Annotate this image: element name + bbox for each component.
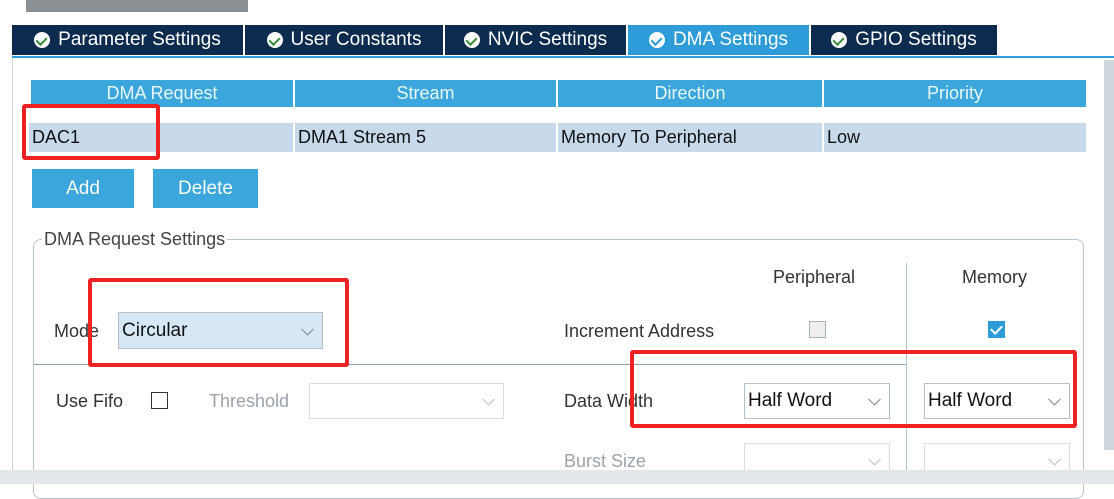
- increment-address-label: Increment Address: [564, 321, 715, 341]
- group-legend: DMA Request Settings: [42, 229, 228, 250]
- tab-label: GPIO Settings: [855, 29, 977, 50]
- highlight-mode: [88, 278, 349, 367]
- threshold-select[interactable]: [309, 383, 504, 419]
- increment-peripheral-checkbox[interactable]: [809, 321, 826, 338]
- cell-direction: Memory To Peripheral: [558, 123, 822, 152]
- col-header-stream[interactable]: Stream: [295, 80, 556, 107]
- check-circle-icon: [648, 32, 665, 48]
- tab-user-constants[interactable]: User Constants: [245, 25, 443, 55]
- tab-bar: Parameter Settings User Constants NVIC S…: [12, 25, 997, 55]
- check-circle-icon: [34, 32, 51, 48]
- tab-nvic-settings[interactable]: NVIC Settings: [445, 25, 626, 55]
- delete-button[interactable]: Delete: [153, 169, 258, 208]
- use-fifo-checkbox[interactable]: [151, 392, 168, 409]
- check-circle-icon: [463, 32, 480, 48]
- chevron-down-icon: [482, 392, 495, 406]
- col-header-direction[interactable]: Direction: [558, 80, 822, 107]
- highlight-data-width: [630, 350, 1077, 428]
- tab-dma-settings[interactable]: DMA Settings: [628, 25, 809, 55]
- panel-left-border: [12, 58, 13, 478]
- add-button[interactable]: Add: [32, 169, 134, 208]
- chevron-down-icon: [868, 452, 881, 466]
- tab-label: NVIC Settings: [487, 29, 608, 50]
- burst-size-label: Burst Size: [564, 451, 647, 471]
- tab-panel-border: [12, 56, 1114, 58]
- tab-gpio-settings[interactable]: GPIO Settings: [811, 25, 997, 55]
- col-header-priority[interactable]: Priority: [824, 80, 1086, 107]
- tab-label: DMA Settings: [672, 29, 789, 50]
- chevron-down-icon: [1048, 452, 1061, 466]
- highlight-dac1: [22, 104, 160, 160]
- cell-priority: Low: [824, 123, 1086, 152]
- memory-column-label: Memory: [962, 267, 1028, 287]
- threshold-label: Threshold: [209, 391, 290, 411]
- cell-stream: DMA1 Stream 5: [295, 123, 556, 152]
- use-fifo-label: Use Fifo: [56, 391, 124, 411]
- peripheral-column-label: Peripheral: [773, 267, 856, 287]
- vertical-scrollbar[interactable]: [1104, 60, 1114, 450]
- tab-label: User Constants: [290, 29, 422, 50]
- col-header-dma-request[interactable]: DMA Request: [31, 80, 293, 107]
- tab-label: Parameter Settings: [58, 29, 221, 50]
- tab-parameter-settings[interactable]: Parameter Settings: [12, 25, 243, 55]
- bottom-scroll-area: [0, 470, 1114, 484]
- top-toolbar-stub: [26, 0, 248, 12]
- check-circle-icon: [266, 32, 283, 48]
- check-circle-icon: [831, 32, 848, 48]
- increment-memory-checkbox[interactable]: [988, 321, 1005, 338]
